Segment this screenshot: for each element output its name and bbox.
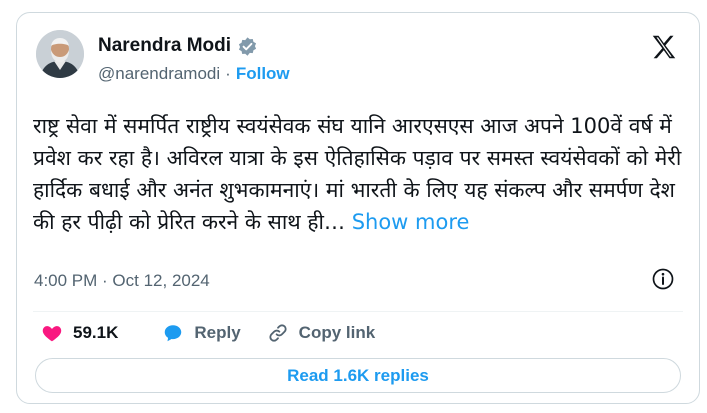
timestamp[interactable]: 4:00 PM · Oct 12, 2024 bbox=[34, 271, 210, 291]
action-bar: 59.1K Reply Copy link bbox=[41, 318, 375, 348]
author-handle[interactable]: @narendramodi bbox=[98, 64, 220, 84]
read-replies-button[interactable]: Read 1.6K replies bbox=[35, 358, 681, 393]
reply-button[interactable]: Reply bbox=[162, 318, 241, 348]
separator-dot: · bbox=[225, 64, 231, 83]
reply-bubble-icon bbox=[165, 325, 182, 342]
show-more-link[interactable]: Show more bbox=[352, 210, 470, 234]
divider bbox=[33, 311, 683, 312]
link-icon bbox=[269, 324, 287, 342]
info-icon[interactable] bbox=[651, 267, 675, 291]
heart-icon bbox=[42, 326, 62, 342]
reply-label: Reply bbox=[194, 323, 241, 342]
avatar[interactable] bbox=[36, 30, 84, 78]
tweet-text: राष्ट्र सेवा में समर्पित राष्ट्रीय स्वयं… bbox=[33, 110, 683, 238]
like-button[interactable]: 59.1K bbox=[41, 318, 118, 348]
x-logo-icon[interactable] bbox=[649, 32, 679, 62]
copy-link-label: Copy link bbox=[298, 323, 376, 342]
author-name[interactable]: Narendra Modi bbox=[98, 35, 231, 57]
tweet-card[interactable]: Narendra Modi @narendramodi · Follow राष… bbox=[16, 12, 700, 404]
follow-link[interactable]: Follow bbox=[236, 64, 290, 84]
like-count: 59.1K bbox=[73, 323, 119, 342]
verified-badge-icon bbox=[237, 36, 258, 57]
copy-link-button[interactable]: Copy link bbox=[267, 318, 376, 348]
